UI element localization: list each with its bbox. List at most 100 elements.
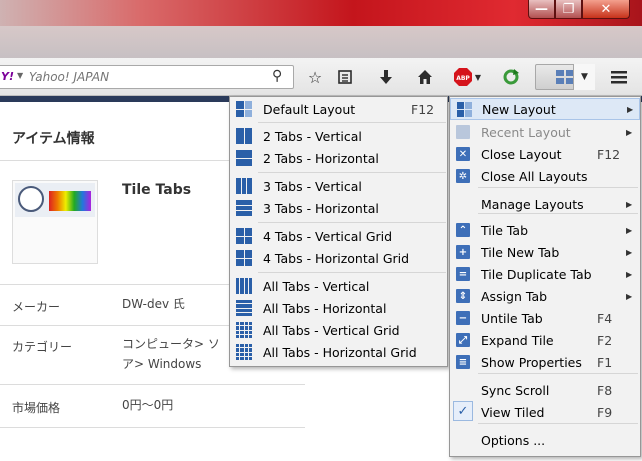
window-titlebar: — ❐ ✕ <box>0 0 642 26</box>
tile-tabs-dropdown-icon[interactable]: ▼ <box>573 64 595 90</box>
shortcut-label: F8 <box>597 382 613 398</box>
layout-item-label: All Tabs - Vertical <box>263 278 370 294</box>
layout-item[interactable]: 4 Tabs - Vertical Grid <box>230 225 447 247</box>
submenu-arrow-icon: ▶ <box>626 199 633 209</box>
thumbnail-colorbar <box>49 191 91 211</box>
tile-new-tab-icon: + <box>456 245 470 259</box>
layout-item-label: 3 Tabs - Horizontal <box>263 200 379 216</box>
search-input[interactable] <box>29 68 259 86</box>
tile-menu-item-label: Manage Layouts <box>481 196 584 212</box>
tile-menu-item[interactable]: ✲ Close All Layouts <box>450 165 640 187</box>
reading-list-icon[interactable] <box>333 64 357 90</box>
menu-separator <box>258 172 446 173</box>
tile-menu-item[interactable]: + Tile New Tab ▶ <box>450 241 640 263</box>
tile-menu-item[interactable]: − Untile Tab F4 <box>450 307 640 329</box>
category-value[interactable]: コンピュータ> ソ ア> Windows <box>122 334 220 374</box>
new-layout-icon <box>457 102 472 117</box>
submenu-arrow-icon: ▶ <box>627 104 634 114</box>
tile-tabs-button[interactable]: ▼ <box>535 64 595 90</box>
layout-item[interactable]: 4 Tabs - Horizontal Grid <box>230 247 447 269</box>
download-icon[interactable] <box>374 64 398 90</box>
layout-item[interactable]: All Tabs - Horizontal <box>230 297 447 319</box>
tile-menu-item-label: Untile Tab <box>481 310 543 326</box>
tile-menu-item[interactable]: ✕ Close Layout F12 <box>450 143 640 165</box>
layout-item-label: Default Layout <box>263 101 356 117</box>
layout-item[interactable]: All Tabs - Horizontal Grid <box>230 341 447 363</box>
minimize-button[interactable]: — <box>528 0 555 19</box>
bookmark-star-icon[interactable]: ☆ <box>303 64 327 90</box>
layout-item[interactable]: All Tabs - Vertical <box>230 275 447 297</box>
tile-menu-item-label: Tile Duplicate Tab <box>481 266 592 282</box>
layout-item-label: All Tabs - Horizontal Grid <box>263 344 417 360</box>
adblock-button[interactable]: ABP ▼ <box>450 64 484 90</box>
tab-strip <box>0 26 642 58</box>
maker-label: メーカー <box>12 300 61 314</box>
tile-tabs-menu: New Layout ▶ Recent Layout ▶ ✕ Close Layout F1… <box>449 96 641 457</box>
tile-menu-item-label: Recent Layout <box>481 124 571 140</box>
divider <box>0 427 305 428</box>
tile-tab-icon: ⌃ <box>456 223 470 237</box>
search-icon[interactable]: ⚲ <box>272 68 282 84</box>
untile-tab-icon: − <box>456 311 470 325</box>
tile-menu-item[interactable]: Manage Layouts ▶ <box>450 193 640 215</box>
submenu-arrow-icon: ▶ <box>626 291 633 301</box>
menu-separator <box>258 272 446 273</box>
tile-menu-item[interactable]: ⌃ Tile Tab ▶ <box>450 219 640 241</box>
tile-menu-item[interactable]: = Tile Duplicate Tab ▶ <box>450 263 640 285</box>
layout-item[interactable]: 2 Tabs - Vertical <box>230 125 447 147</box>
tile-menu-item[interactable]: ✓ View Tiled F9 <box>450 401 640 423</box>
close-all-layouts-icon: ✲ <box>456 169 470 183</box>
layout-item[interactable]: 3 Tabs - Horizontal <box>230 197 447 219</box>
assign-tab-icon: ⇕ <box>456 289 470 303</box>
shortcut-label: F9 <box>597 404 613 420</box>
submenu-arrow-icon: ▶ <box>626 225 633 235</box>
maximize-button[interactable]: ❐ <box>555 0 582 19</box>
maker-value: DW-dev 氏 <box>122 297 185 311</box>
3-tabs-vertical-icon <box>236 178 252 194</box>
tile-menu-item[interactable]: Options ... <box>450 429 640 451</box>
submenu-arrow-icon: ▶ <box>626 127 633 137</box>
adblock-icon: ABP <box>453 68 472 86</box>
tile-menu-item-label: View Tiled <box>481 404 545 420</box>
svg-text:ABP: ABP <box>456 75 470 82</box>
tile-menu-item[interactable]: Sync Scroll F8 <box>450 379 640 401</box>
thumbnail-logo <box>18 186 44 212</box>
tile-menu-item-label: Close All Layouts <box>481 168 588 184</box>
new-layout-submenu: Default Layout F12 2 Tabs - Vertical 2 Tabs… <box>229 96 448 367</box>
all-tabs-horizontal-icon <box>236 300 252 316</box>
shortcut-label: F1 <box>597 354 613 370</box>
yahoo-engine-icon[interactable]: Y! <box>1 70 14 83</box>
submenu-arrow-icon: ▶ <box>626 269 633 279</box>
close-window-button[interactable]: ✕ <box>582 0 630 19</box>
hamburger-menu-icon[interactable] <box>606 64 632 90</box>
tile-duplicate-tab-icon: = <box>456 267 470 281</box>
home-icon[interactable] <box>413 64 437 90</box>
search-box[interactable]: Y! ▼ ⚲ <box>0 65 294 89</box>
shortcut-label: F2 <box>597 332 613 348</box>
layout-item-label: 3 Tabs - Vertical <box>263 178 362 194</box>
layout-item[interactable]: Default Layout F12 <box>230 98 447 120</box>
layout-item[interactable]: 3 Tabs - Vertical <box>230 175 447 197</box>
engine-dropdown-icon[interactable]: ▼ <box>17 71 23 80</box>
tile-menu-item-label: Options ... <box>481 432 546 448</box>
tile-menu-item[interactable]: ⤢ Expand Tile F2 <box>450 329 640 351</box>
tile-menu-item[interactable]: New Layout ▶ <box>450 98 640 120</box>
layout-item[interactable]: All Tabs - Vertical Grid <box>230 319 447 341</box>
all-tabs-vertical-grid-icon <box>236 322 252 338</box>
price-label: 市場価格 <box>12 401 61 415</box>
minimize-icon: — <box>535 1 548 17</box>
tile-menu-item-label: Show Properties <box>481 354 582 370</box>
expand-tile-icon: ⤢ <box>456 333 470 347</box>
tile-menu-item[interactable]: ⇕ Assign Tab ▶ <box>450 285 640 307</box>
product-name[interactable]: Tile Tabs <box>122 182 191 198</box>
tile-menu-item[interactable]: ≡ Show Properties F1 <box>450 351 640 373</box>
tile-menu-item[interactable]: Recent Layout ▶ <box>450 121 640 143</box>
sync-addon-icon[interactable] <box>498 64 524 90</box>
layout-item-label: All Tabs - Horizontal <box>263 300 387 316</box>
3-tabs-horizontal-icon <box>236 200 252 216</box>
check-icon: ✓ <box>453 401 473 421</box>
product-thumbnail[interactable] <box>12 180 98 264</box>
browser-window: { "search": {"placeholder": "Yahoo! JAPA… <box>0 0 642 461</box>
menu-separator <box>478 187 638 188</box>
layout-item[interactable]: 2 Tabs - Horizontal <box>230 147 447 169</box>
